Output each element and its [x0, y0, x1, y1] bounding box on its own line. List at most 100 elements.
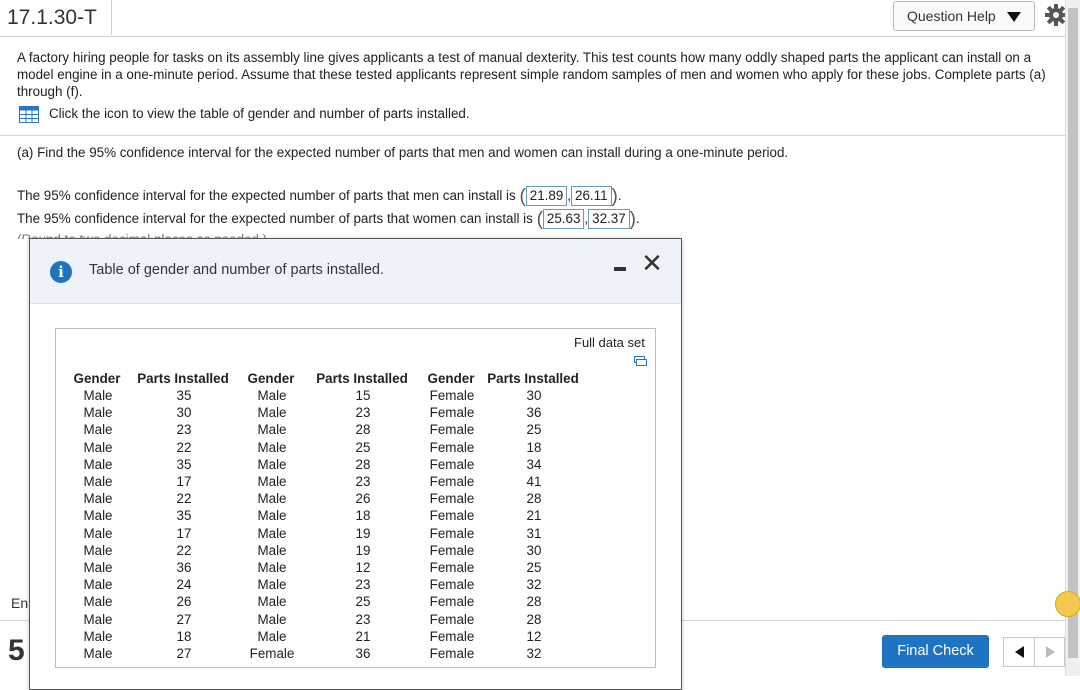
parts-installed-cell: 35: [176, 508, 192, 524]
parts-installed-cell: 23: [355, 577, 371, 593]
copy-data-icon[interactable]: [634, 356, 647, 366]
minimize-icon[interactable]: [614, 267, 626, 271]
parts-installed-cell: 25: [526, 559, 542, 575]
parts-installed-cell: 28: [526, 611, 542, 627]
parts-installed-cell: 23: [176, 422, 192, 438]
table-row: Male 22 Male 19 Female 30: [67, 542, 585, 559]
parts-installed-cell: 22: [176, 491, 192, 507]
table-row: Male 35 Male 15 Female 30: [67, 387, 585, 404]
parts-installed-cell: 34: [526, 456, 542, 472]
parts-installed-cell: 30: [526, 388, 542, 404]
divider: [0, 135, 1066, 136]
parts-installed-cell: 35: [176, 388, 192, 404]
table-row: Male 36 Male 12 Female 25: [67, 559, 585, 576]
men-ci-text: The 95% confidence interval for the expe…: [17, 188, 516, 203]
navigation-buttons: [1003, 637, 1065, 667]
dialog-header: i Table of gender and number of parts in…: [30, 239, 681, 304]
gender-cell: Female: [429, 594, 475, 610]
gender-cell: Male: [83, 628, 113, 644]
parts-installed-cell: 22: [176, 542, 192, 558]
problem-id: 17.1.30-T: [0, 0, 112, 35]
men-ci-line: The 95% confidence interval for the expe…: [17, 186, 622, 207]
parts-installed-cell: 31: [526, 525, 542, 541]
parts-installed-cell: 12: [526, 628, 542, 644]
table-header-row: Gender Parts Installed Gender Parts Inst…: [67, 370, 585, 387]
gender-cell: Male: [83, 542, 113, 558]
parts-installed-cell: 25: [355, 594, 371, 610]
gender-cell: Female: [249, 645, 295, 661]
part-a-question: (a) Find the 95% confidence interval for…: [17, 145, 789, 160]
men-ci-lower-input[interactable]: 21.89: [525, 186, 568, 206]
col-header: Gender: [427, 371, 475, 386]
table-row: Male 17 Male 23 Female 41: [67, 473, 585, 490]
men-ci-upper-input[interactable]: 26.11: [571, 186, 612, 206]
gender-cell: Female: [429, 456, 475, 472]
table-row: Male 27 Male 23 Female 28: [67, 610, 585, 627]
parts-installed-cell: 19: [355, 525, 371, 541]
dropdown-arrow-icon: [1007, 12, 1021, 22]
table-row: Male 23 Male 28 Female 25: [67, 421, 585, 438]
gender-cell: Male: [83, 508, 113, 524]
gender-cell: Male: [257, 542, 287, 558]
previous-arrow-icon[interactable]: [1004, 638, 1035, 666]
parts-installed-cell: 18: [355, 508, 371, 524]
parts-installed-cell: 23: [355, 474, 371, 490]
table-link-text[interactable]: Click the icon to view the table of gend…: [49, 104, 470, 124]
table-row: Male 30 Male 23 Female 36: [67, 404, 585, 421]
parts-installed-cell: 32: [526, 577, 542, 593]
parts-installed-cell: 32: [526, 645, 542, 661]
final-check-button[interactable]: Final Check: [882, 635, 989, 668]
parts-installed-cell: 28: [526, 491, 542, 507]
gender-cell: Male: [257, 456, 287, 472]
question-help-label: Question Help: [907, 8, 996, 24]
dialog-title: Table of gender and number of parts inst…: [89, 262, 385, 278]
gender-cell: Male: [257, 628, 287, 644]
parts-installed-cell: 28: [355, 422, 371, 438]
gender-cell: Male: [257, 594, 287, 610]
gender-cell: Male: [83, 559, 113, 575]
gender-cell: Female: [429, 491, 475, 507]
gender-cell: Female: [429, 388, 475, 404]
partial-background-text: En: [11, 595, 29, 611]
parts-installed-cell: 36: [176, 559, 192, 575]
close-icon[interactable]: ✕: [641, 249, 663, 277]
gender-cell: Male: [83, 405, 113, 421]
parts-installed-cell: 26: [355, 491, 371, 507]
gender-cell: Female: [429, 405, 475, 421]
table-row: Male 35 Male 18 Female 21: [67, 507, 585, 524]
parts-installed-cell: 17: [176, 474, 192, 490]
parts-installed-cell: 30: [526, 542, 542, 558]
top-bar: 17.1.30-T Question Help: [0, 0, 1067, 37]
scrollbar-thumb[interactable]: [1068, 8, 1078, 658]
problem-statement: A factory hiring people for tasks on its…: [17, 50, 1046, 99]
gender-cell: Male: [83, 456, 113, 472]
gender-cell: Male: [257, 491, 287, 507]
parts-installed-cell: 21: [526, 508, 542, 524]
gender-cell: Male: [257, 439, 287, 455]
parts-installed-cell: 17: [176, 525, 192, 541]
gender-cell: Male: [83, 645, 113, 661]
next-arrow-icon[interactable]: [1035, 638, 1065, 666]
women-ci-upper-input[interactable]: 32.37: [588, 209, 630, 229]
partial-background-number: 5: [8, 634, 25, 667]
status-face-icon: [1055, 591, 1080, 617]
col-header: Parts Installed: [137, 371, 229, 386]
question-help-button[interactable]: Question Help: [893, 1, 1035, 31]
gender-cell: Male: [257, 559, 287, 575]
gender-cell: Male: [83, 422, 113, 438]
gender-cell: Male: [257, 405, 287, 421]
gender-cell: Female: [429, 422, 475, 438]
gender-cell: Male: [83, 474, 113, 490]
women-ci-lower-input[interactable]: 25.63: [542, 209, 585, 229]
gender-cell: Male: [257, 388, 287, 404]
table-row: Male 35 Male 28 Female 34: [67, 456, 585, 473]
table-row: Male 27 Female 36 Female 32: [67, 645, 585, 662]
parts-installed-cell: 15: [355, 388, 371, 404]
table-row: Male 18 Male 21 Female 12: [67, 628, 585, 645]
full-data-set-link[interactable]: Full data set: [574, 335, 645, 350]
table-row: Male 26 Male 25 Female 28: [67, 593, 585, 610]
table-grid-icon[interactable]: [19, 106, 39, 123]
scrollbar[interactable]: [1065, 0, 1080, 676]
gender-cell: Female: [429, 508, 475, 524]
gender-cell: Male: [83, 439, 113, 455]
